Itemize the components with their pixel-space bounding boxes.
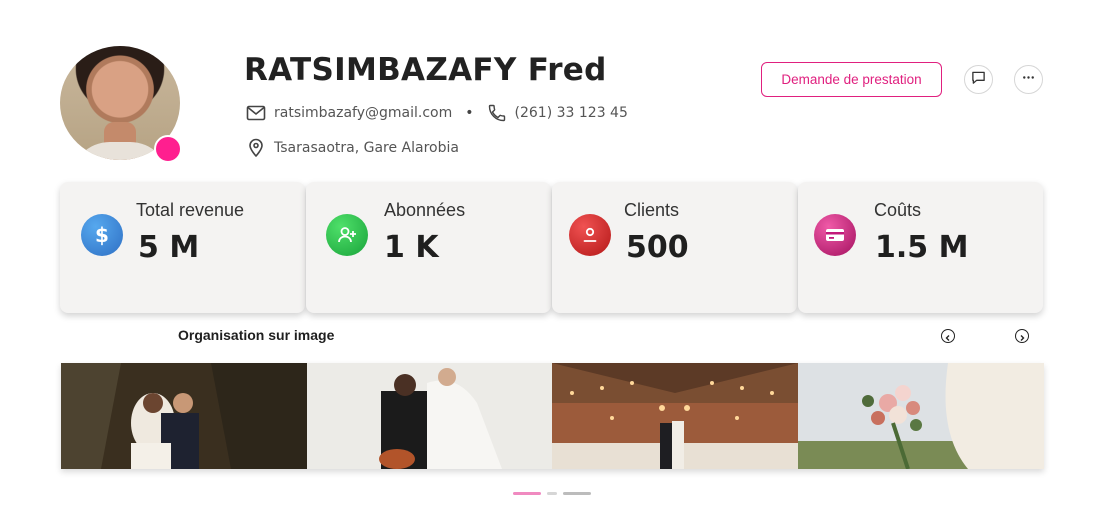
stat-card-costs: Coûts 1.5 M bbox=[798, 182, 1043, 313]
address-row: Tsarasaotra, Gare Alarobia bbox=[246, 138, 459, 158]
stat-value: 1.5 M bbox=[875, 230, 969, 265]
stat-value: 500 bbox=[626, 230, 689, 265]
pagination-dot[interactable] bbox=[547, 492, 557, 495]
svg-text:$: $ bbox=[95, 223, 109, 247]
stat-card-revenue: $ Total revenue 5 M bbox=[60, 182, 305, 313]
chat-icon bbox=[971, 70, 986, 89]
online-status-dot bbox=[154, 135, 182, 163]
gallery-image[interactable] bbox=[61, 363, 307, 469]
chevron-left-icon bbox=[944, 327, 952, 346]
stat-label: Total revenue bbox=[136, 200, 245, 220]
stat-label: Clients bbox=[624, 200, 680, 220]
gallery-next-button[interactable] bbox=[1015, 329, 1029, 343]
gallery-title: Organisation sur image bbox=[178, 327, 335, 343]
stat-label: Abonnées bbox=[384, 200, 466, 220]
phone-text[interactable]: (261) 33 123 45 bbox=[515, 105, 628, 121]
chevron-right-icon bbox=[1018, 327, 1026, 346]
stat-card-clients: Clients 500 bbox=[552, 182, 797, 313]
address-text: Tsarasaotra, Gare Alarobia bbox=[274, 140, 459, 156]
gallery-prev-button[interactable] bbox=[941, 329, 955, 343]
gallery-pagination bbox=[513, 492, 591, 495]
dollar-icon: $ bbox=[81, 214, 123, 256]
stat-label: Coûts bbox=[874, 200, 922, 220]
add-user-icon bbox=[326, 214, 368, 256]
mail-icon bbox=[246, 103, 266, 123]
separator-dot: • bbox=[465, 105, 474, 121]
profile-name: RATSIMBAZAFY Fred bbox=[244, 52, 607, 88]
gallery-image[interactable] bbox=[552, 363, 798, 469]
gallery-image[interactable] bbox=[307, 363, 552, 469]
pagination-dot[interactable] bbox=[563, 492, 591, 495]
gallery-image[interactable] bbox=[798, 363, 1044, 469]
pagination-dot-active[interactable] bbox=[513, 492, 541, 495]
user-icon bbox=[569, 214, 611, 256]
image-gallery bbox=[61, 363, 1044, 469]
stat-value: 1 K bbox=[384, 230, 439, 265]
stat-value: 5 M bbox=[138, 230, 200, 265]
email-text[interactable]: ratsimbazafy@gmail.com bbox=[274, 105, 452, 121]
more-icon bbox=[1021, 70, 1036, 89]
credit-card-icon bbox=[814, 214, 856, 256]
request-service-button[interactable]: Demande de prestation bbox=[761, 62, 942, 97]
location-pin-icon bbox=[246, 138, 266, 158]
contact-row: ratsimbazafy@gmail.com • (261) 33 123 45 bbox=[246, 103, 628, 123]
avatar bbox=[60, 46, 182, 163]
more-options-button[interactable] bbox=[1014, 65, 1043, 94]
phone-icon bbox=[487, 103, 507, 123]
message-button[interactable] bbox=[964, 65, 993, 94]
stat-card-subscribers: Abonnées 1 K bbox=[306, 182, 551, 313]
